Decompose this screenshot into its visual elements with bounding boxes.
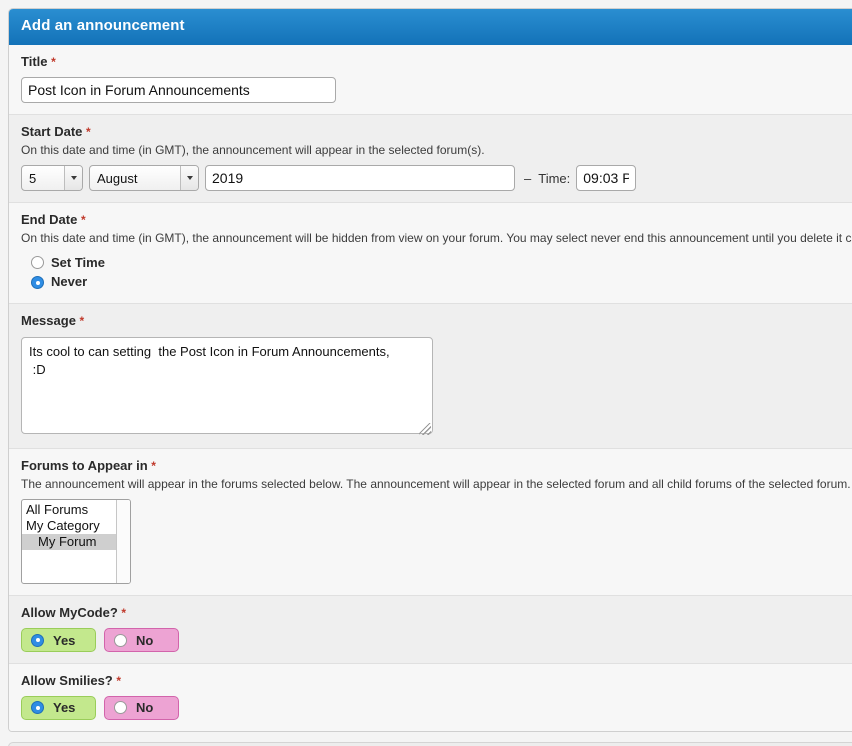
panel-title: Add an announcement — [21, 17, 185, 34]
allow-smilies-toggle-group: Yes No — [21, 695, 852, 720]
start-year-input[interactable] — [205, 165, 515, 192]
title-field-wrap — [21, 77, 852, 104]
message-field-wrap: Its cool to can setting the Post Icon in… — [21, 337, 433, 437]
start-date-description: On this date and time (in GMT), the anno… — [21, 143, 485, 158]
allow-mycode-label: Allow MyCode? * — [21, 605, 852, 622]
allow-smilies-no-label: No — [136, 700, 154, 716]
chevron-down-icon — [64, 166, 82, 191]
forums-label: Forums to Appear in * — [21, 458, 852, 475]
message-label-text: Message — [21, 313, 76, 329]
allow-mycode-no-option[interactable]: No — [104, 628, 179, 653]
list-item[interactable]: My Category — [22, 518, 116, 534]
required-asterisk: * — [80, 213, 86, 228]
start-date-controls: 5 August – Time: — [21, 165, 641, 192]
radio-never-label: Never — [51, 274, 88, 290]
radio-no-icon[interactable] — [114, 633, 127, 647]
start-date-label-text: Start Date — [21, 124, 83, 140]
form-row-message: Message * Its cool to can setting the Po… — [9, 304, 852, 450]
forums-listbox-scrollbar[interactable] — [116, 500, 130, 584]
message-textarea[interactable]: Its cool to can setting the Post Icon in… — [21, 337, 433, 435]
allow-smilies-label: Allow Smilies? * — [21, 673, 852, 690]
start-time-input[interactable] — [576, 165, 637, 192]
required-asterisk: * — [79, 314, 85, 329]
start-month-select[interactable]: August — [89, 165, 199, 192]
required-asterisk: * — [86, 125, 91, 140]
allow-smilies-yes-label: Yes — [53, 700, 76, 716]
end-date-label: End Date * — [21, 212, 852, 229]
chevron-down-icon — [180, 166, 198, 191]
allow-smilies-label-text: Allow Smilies? — [21, 673, 113, 689]
allow-mycode-toggle-group: Yes No — [21, 628, 852, 653]
start-time-label: Time: — [538, 170, 571, 186]
end-date-option-set-time[interactable]: Set Time — [31, 254, 852, 273]
title-input[interactable] — [21, 77, 336, 104]
list-item[interactable]: All Forums — [22, 502, 116, 518]
radio-yes-icon[interactable] — [31, 701, 44, 715]
form-footer: Save Announcement Preview Announcement — [8, 741, 852, 746]
form-row-allow-smilies: Allow Smilies? * Yes No — [9, 664, 852, 731]
list-item[interactable]: My Forum — [22, 534, 116, 551]
allow-mycode-label-text: Allow MyCode? — [21, 605, 118, 621]
form-row-title: Title * — [9, 44, 852, 116]
form-row-allow-mycode: Allow MyCode? * Yes No — [9, 596, 852, 665]
required-asterisk: * — [151, 459, 156, 474]
start-day-value: 5 — [29, 170, 37, 186]
forums-label-text: Forums to Appear in — [21, 458, 148, 474]
title-label: Title * — [21, 54, 852, 71]
radio-no-icon[interactable] — [114, 701, 127, 715]
start-month-value: August — [97, 170, 138, 186]
allow-smilies-no-option[interactable]: No — [104, 695, 179, 720]
form-row-end-date: End Date * On this date and time (in GMT… — [9, 203, 852, 305]
radio-yes-icon[interactable] — [31, 633, 44, 647]
date-time-separator: – — [524, 170, 532, 186]
radio-never-icon[interactable] — [31, 276, 44, 290]
radio-set-time-label: Set Time — [51, 254, 105, 270]
allow-mycode-no-label: No — [136, 632, 154, 648]
form-row-start-date: Start Date * On this date and time (in G… — [9, 115, 852, 204]
required-asterisk: * — [51, 54, 56, 69]
forums-description: The announcement will appear in the foru… — [21, 477, 851, 492]
end-date-description: On this date and time (in GMT), the anno… — [21, 231, 852, 246]
form-row-forums: Forums to Appear in * The announcement w… — [9, 449, 852, 597]
start-day-select[interactable]: 5 — [21, 165, 83, 192]
required-asterisk: * — [116, 674, 122, 689]
announcement-form-panel: Add an announcement Title * Start Date *… — [8, 8, 852, 732]
title-label-text: Title — [21, 53, 48, 69]
forums-listbox-items: All Forums My Category My Forum — [22, 500, 116, 583]
required-asterisk: * — [121, 606, 127, 621]
message-label: Message * — [21, 313, 852, 330]
forums-listbox[interactable]: All Forums My Category My Forum — [21, 499, 131, 585]
panel-header: Add an announcement — [9, 9, 852, 45]
radio-set-time-icon[interactable] — [31, 256, 44, 270]
end-date-label-text: End Date — [21, 212, 78, 228]
start-date-label: Start Date * — [21, 124, 852, 141]
page-container: Add an announcement Title * Start Date *… — [0, 0, 852, 746]
allow-smilies-yes-option[interactable]: Yes — [21, 695, 96, 720]
allow-mycode-yes-label: Yes — [53, 632, 76, 648]
end-date-option-never[interactable]: Never — [31, 273, 852, 292]
allow-mycode-yes-option[interactable]: Yes — [21, 628, 96, 653]
